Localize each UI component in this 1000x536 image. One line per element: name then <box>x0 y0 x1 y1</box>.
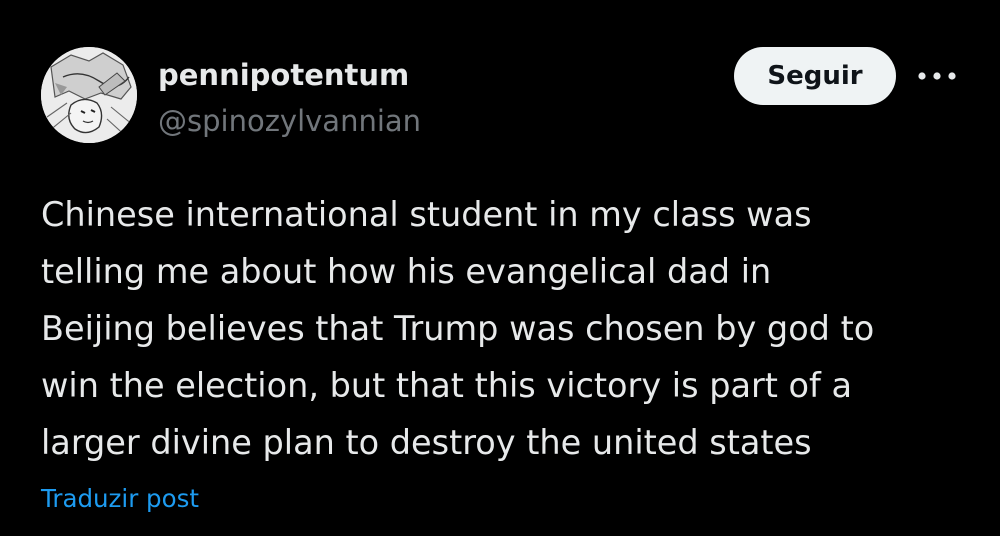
anime-character-avatar-icon <box>41 47 137 143</box>
follow-button[interactable]: Seguir <box>734 47 896 105</box>
translate-post-link[interactable]: Traduzir post <box>41 483 199 515</box>
author-display-name[interactable]: pennipotentum <box>158 58 409 92</box>
more-horizontal-icon <box>918 72 956 80</box>
author-handle[interactable]: @spinozylvannian <box>158 104 421 138</box>
tweet-text: Chinese international student in my clas… <box>41 195 875 462</box>
more-options-button[interactable] <box>915 62 959 90</box>
avatar[interactable] <box>41 47 137 143</box>
